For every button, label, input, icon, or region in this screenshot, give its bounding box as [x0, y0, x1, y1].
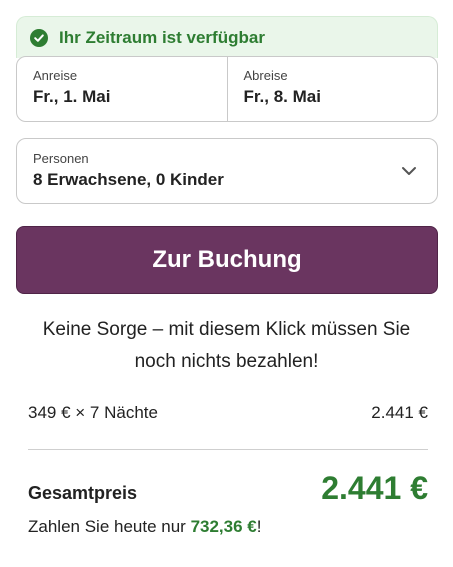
price-line-label: 349 € × 7 Nächte [28, 403, 158, 422]
persons-value: 8 Erwachsene, 0 Kinder [33, 170, 224, 189]
pay-today-suffix: ! [256, 517, 262, 536]
book-button[interactable]: Zur Buchung [16, 226, 438, 294]
chevron-down-icon[interactable] [401, 163, 417, 181]
arrival-date-field[interactable]: Anreise Fr., 1. Mai [17, 57, 227, 121]
persons-label: Personen [33, 151, 89, 166]
pay-today-amount: 732,36 € [190, 517, 257, 536]
payment-note-line-1: Keine Sorge – mit diesem Klick müssen Si… [42, 319, 411, 340]
departure-date-field[interactable]: Abreise Fr., 8. Mai [226, 57, 438, 121]
pay-today-text: Zahlen Sie heute nur 732,36 €! [28, 517, 261, 537]
departure-label: Abreise [243, 68, 288, 83]
pay-today-prefix: Zahlen Sie heute nur [28, 517, 191, 536]
check-circle-icon [30, 28, 48, 47]
price-divider [28, 449, 428, 450]
price-line-value: 2.441 € [371, 403, 428, 422]
arrival-label: Anreise [33, 68, 78, 83]
total-label: Gesamtpreis [28, 483, 138, 503]
availability-banner: Ihr Zeitraum ist verfügbar [16, 16, 438, 58]
arrival-value: Fr., 1. Mai [33, 87, 111, 106]
total-value: 2.441 € [321, 470, 428, 506]
persons-select[interactable]: Personen 8 Erwachsene, 0 Kinder [16, 138, 438, 204]
departure-value: Fr., 8. Mai [243, 87, 321, 106]
availability-text: Ihr Zeitraum ist verfügbar [59, 27, 265, 47]
date-range-picker: Anreise Fr., 1. Mai Abreise Fr., 8. Mai [16, 56, 438, 122]
payment-note-line-2: noch nichts bezahlen! [134, 351, 319, 372]
payment-note: Keine Sorge – mit diesem Klick müssen Si… [10, 314, 443, 378]
